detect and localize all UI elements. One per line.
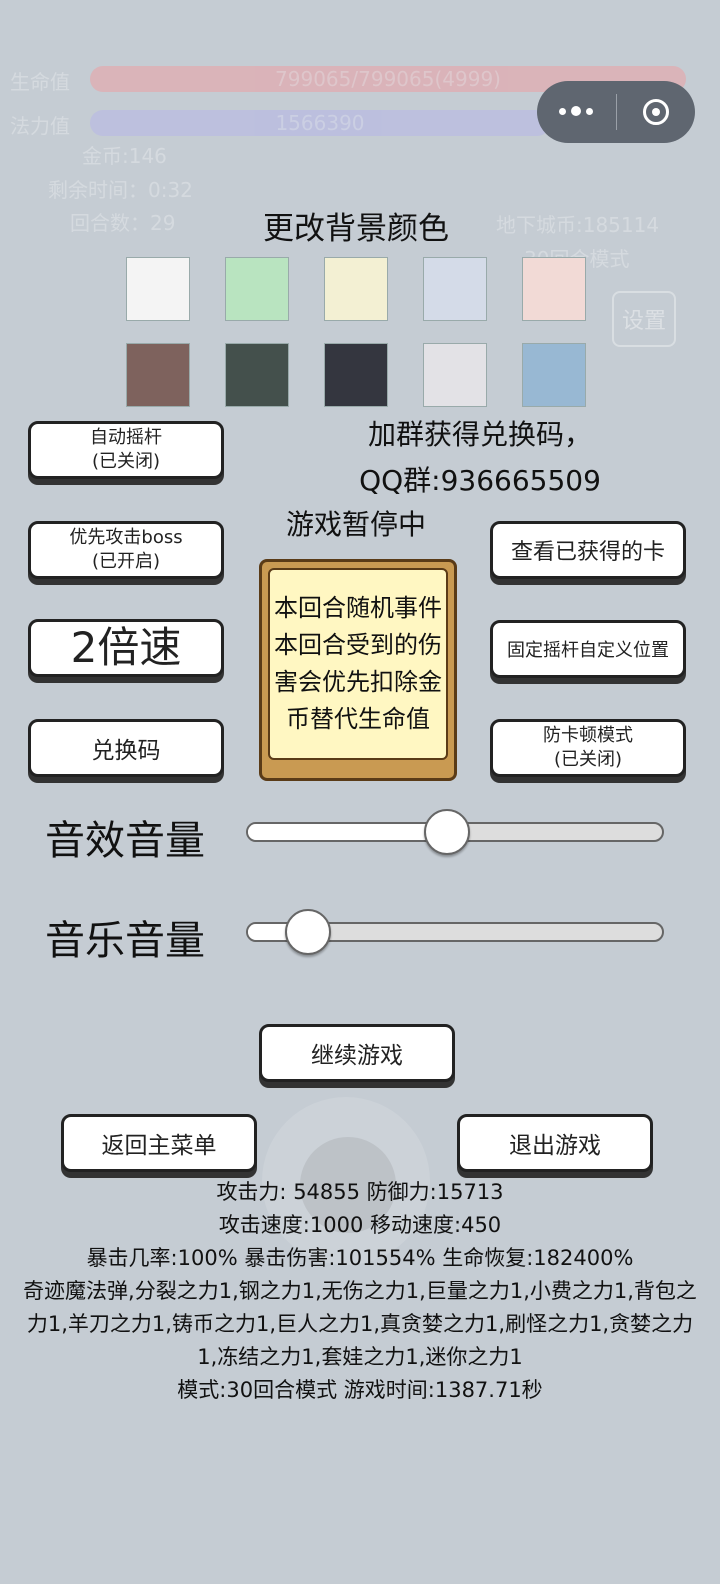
bg-color-swatch[interactable] bbox=[522, 343, 586, 407]
sfx-volume-knob[interactable] bbox=[424, 809, 471, 855]
auto-joystick-label: 自动摇杆 bbox=[90, 427, 162, 448]
stats-attack-defense: 攻击力: 54855 防御力:15713 bbox=[216, 1180, 504, 1204]
sfx-volume-label: 音效音量 bbox=[45, 818, 205, 864]
anti-lag-button[interactable]: 防卡顿模式 (已关闭) bbox=[490, 719, 686, 777]
bg-color-title: 更改背景颜色 bbox=[263, 211, 449, 247]
auto-joystick-button[interactable]: 自动摇杆 (已关闭) bbox=[28, 421, 224, 479]
bg-color-swatch[interactable] bbox=[225, 343, 289, 407]
mini-program-capsule bbox=[537, 81, 695, 143]
more-menu-button[interactable] bbox=[537, 81, 616, 143]
music-volume-knob[interactable] bbox=[284, 909, 331, 955]
fixed-joystick-button[interactable]: 固定摇杆自定义位置 bbox=[490, 620, 686, 678]
redeem-code-label: 兑换码 bbox=[91, 738, 161, 764]
bg-color-swatch[interactable] bbox=[126, 257, 190, 321]
gold-counter: 金币:146 bbox=[82, 144, 167, 168]
continue-game-button[interactable]: 继续游戏 bbox=[259, 1024, 455, 1082]
time-left: 剩余时间：0:32 bbox=[48, 178, 193, 202]
stats-mode-time: 模式:30回合模式 游戏时间:1387.71秒 bbox=[177, 1378, 543, 1402]
paused-label: 游戏暂停中 bbox=[285, 508, 426, 541]
more-dots-icon bbox=[559, 106, 594, 117]
sfx-volume-fill bbox=[248, 824, 450, 840]
bg-color-swatch[interactable] bbox=[522, 257, 586, 321]
prioritize-boss-label: 优先攻击boss bbox=[69, 527, 183, 548]
exit-game-label: 退出游戏 bbox=[509, 1133, 601, 1159]
target-circle-icon bbox=[642, 99, 669, 125]
random-event-card: 本回合随机事件本回合受到的伤害会优先扣除金币替代生命值 bbox=[259, 559, 457, 781]
auto-joystick-status: (已关闭) bbox=[91, 451, 161, 472]
bg-color-swatch[interactable] bbox=[423, 257, 487, 321]
main-menu-label: 返回主菜单 bbox=[101, 1133, 217, 1159]
prioritize-boss-status: (已开启) bbox=[91, 551, 161, 572]
mp-value: 1566390 bbox=[275, 111, 365, 135]
fixed-joystick-label: 固定摇杆自定义位置 bbox=[507, 640, 669, 661]
prioritize-boss-button[interactable]: 优先攻击boss (已开启) bbox=[28, 521, 224, 579]
bg-color-swatch[interactable] bbox=[423, 343, 487, 407]
group-info-line1: 加群获得兑换码， bbox=[367, 418, 592, 451]
anti-lag-status: (已关闭) bbox=[553, 749, 623, 770]
random-event-text: 本回合随机事件本回合受到的伤害会优先扣除金币替代生命值 bbox=[274, 594, 442, 733]
settings-button[interactable]: 设置 bbox=[612, 291, 676, 347]
random-event-card-face: 本回合随机事件本回合受到的伤害会优先扣除金币替代生命值 bbox=[268, 568, 448, 760]
music-volume-label: 音乐音量 bbox=[45, 918, 205, 964]
view-cards-label: 查看已获得的卡 bbox=[510, 540, 665, 565]
speed-label: 2倍速 bbox=[70, 623, 182, 672]
view-cards-button[interactable]: 查看已获得的卡 bbox=[490, 521, 686, 579]
stats-powers: 奇迹魔法弹,分裂之力1,钢之力1,无伤之力1,巨量之力1,小费之力1,背包之力1… bbox=[23, 1279, 697, 1369]
stats-speed: 攻击速度:1000 移动速度:450 bbox=[218, 1213, 502, 1237]
stats-crit-regen: 暴击几率:100% 暴击伤害:101554% 生命恢复:182400% bbox=[86, 1246, 634, 1270]
bg-color-swatch[interactable] bbox=[324, 343, 388, 407]
close-miniprogram-button[interactable] bbox=[617, 81, 696, 143]
mp-bar: 1566390 bbox=[90, 110, 550, 136]
main-menu-button[interactable]: 返回主菜单 bbox=[61, 1114, 257, 1172]
redeem-code-button[interactable]: 兑换码 bbox=[28, 719, 224, 777]
bg-color-swatch[interactable] bbox=[324, 257, 388, 321]
group-info-line2: QQ群:936665509 bbox=[359, 464, 601, 497]
bg-color-swatch[interactable] bbox=[126, 343, 190, 407]
hp-label: 生命值 bbox=[10, 70, 70, 94]
exit-game-button[interactable]: 退出游戏 bbox=[457, 1114, 653, 1172]
player-stats: 攻击力: 54855 防御力:15713 攻击速度:1000 移动速度:450 … bbox=[20, 1176, 700, 1407]
continue-game-label: 继续游戏 bbox=[311, 1043, 403, 1069]
speed-button[interactable]: 2倍速 bbox=[28, 619, 224, 677]
bg-color-swatch[interactable] bbox=[225, 257, 289, 321]
mp-label: 法力值 bbox=[10, 114, 70, 138]
anti-lag-label: 防卡顿模式 bbox=[543, 725, 633, 746]
